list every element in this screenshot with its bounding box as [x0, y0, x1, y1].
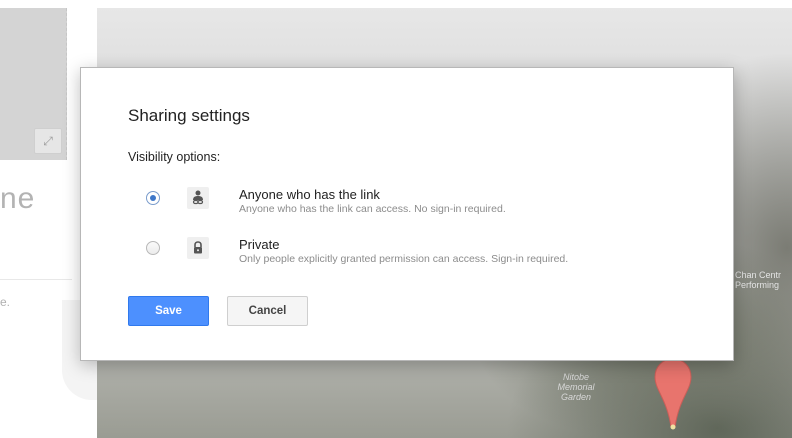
option-description: Anyone who has the link can access. No s…	[239, 203, 506, 215]
option-description: Only people explicitly granted permissio…	[239, 253, 569, 265]
lock-icon	[187, 237, 209, 259]
radio-selected-dot	[150, 195, 156, 201]
radio-private[interactable]	[146, 241, 160, 255]
cancel-button[interactable]: Cancel	[227, 296, 308, 326]
save-button[interactable]: Save	[128, 296, 209, 326]
divider	[0, 279, 72, 280]
radio-anyone-with-link[interactable]	[146, 191, 160, 205]
person-link-icon	[187, 187, 209, 209]
visibility-option-anyone-with-link[interactable]: Anyone who has the link Anyone who has t…	[143, 183, 703, 219]
map-pin-icon[interactable]	[653, 357, 693, 431]
visibility-option-private[interactable]: Private Only people explicitly granted p…	[143, 233, 703, 269]
visibility-options-label: Visibility options:	[128, 150, 221, 164]
map-label-garden: Nitobe Memorial Garden	[557, 372, 595, 402]
option-title: Anyone who has the link	[239, 187, 380, 202]
panel-title-partial: ne	[0, 182, 36, 215]
panel-text-partial: e.	[0, 295, 11, 309]
map-label-chan-centre: Chan Centr Performing	[735, 270, 782, 290]
expand-icon[interactable]: ⤢	[34, 128, 62, 154]
option-title: Private	[239, 237, 280, 252]
sharing-settings-dialog: Sharing settings Visibility options: Any…	[80, 67, 734, 361]
dialog-title: Sharing settings	[128, 106, 250, 125]
